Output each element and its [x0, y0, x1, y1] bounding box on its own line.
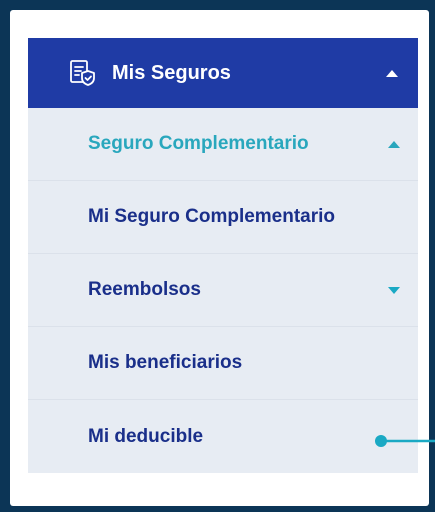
- menu-item-mis-beneficiarios[interactable]: Mis beneficiarios: [28, 327, 418, 400]
- menu-item-mi-deducible[interactable]: Mi deducible: [28, 400, 418, 473]
- menu-item-label: Mi deducible: [88, 425, 204, 447]
- insurance-document-shield-icon: [66, 57, 98, 89]
- screenshot-frame: Mis Seguros Seguro Complementario Mi Seg…: [0, 0, 435, 512]
- menu-item-label: Mi Seguro Complementario: [88, 206, 336, 227]
- chevron-up-icon: [386, 69, 398, 77]
- menu-header-label: Mis Seguros: [112, 61, 231, 84]
- menu-item-reembolsos[interactable]: Reembolsos: [28, 254, 418, 327]
- menu-header-mis-seguros[interactable]: Mis Seguros: [28, 38, 418, 108]
- chevron-down-icon: [388, 286, 400, 294]
- menu-item-mi-seguro-complementario[interactable]: Mi Seguro Complementario: [28, 181, 418, 254]
- menu-item-label: Mis beneficiarios: [88, 352, 243, 373]
- chevron-up-icon: [388, 140, 400, 148]
- callout-pointer-icon: [375, 435, 435, 447]
- submenu: Seguro Complementario Mi Seguro Compleme…: [28, 108, 418, 473]
- menu-item-label: Reembolsos: [88, 279, 201, 300]
- side-menu: Mis Seguros Seguro Complementario Mi Seg…: [28, 38, 418, 473]
- menu-item-label: Seguro Complementario: [88, 133, 309, 154]
- menu-item-seguro-complementario[interactable]: Seguro Complementario: [28, 108, 418, 181]
